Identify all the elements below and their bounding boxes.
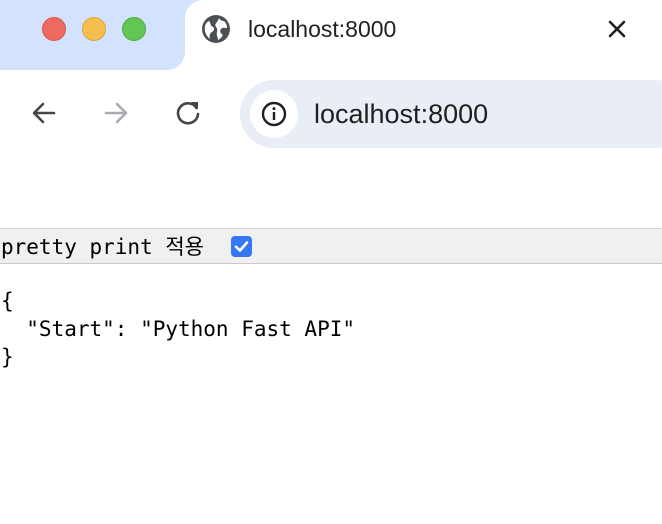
json-line: } [1,345,14,369]
json-line: "Start": "Python Fast API" [1,317,356,341]
pretty-print-bar: pretty print 적용 [0,228,662,264]
pretty-print-checkbox[interactable] [231,236,252,257]
pretty-print-label: pretty print 적용 [1,235,204,259]
window-minimize-button[interactable] [82,17,106,41]
close-icon[interactable] [602,14,632,44]
site-info-button[interactable] [250,90,298,138]
info-icon [261,101,287,127]
globe-icon [201,14,231,44]
arrow-right-icon[interactable] [100,97,132,129]
arrow-left-icon[interactable] [28,97,60,129]
reload-icon[interactable] [172,97,204,129]
tab-strip: localhost:8000 [0,0,662,70]
tab-title[interactable]: localhost:8000 [248,14,396,44]
window-maximize-button[interactable] [122,17,146,41]
tab-edge [167,52,185,70]
toolbar: localhost:8000 [0,70,662,158]
window-close-button[interactable] [42,17,66,41]
checkmark-icon [234,241,249,252]
browser-window: localhost:8000 localhost:8000 pretty pri… [0,0,662,524]
url-text[interactable]: localhost:8000 [314,98,488,130]
json-line: { [1,289,14,313]
address-bar[interactable]: localhost:8000 [240,80,662,148]
json-body: { "Start": "Python Fast API" } [1,287,355,371]
